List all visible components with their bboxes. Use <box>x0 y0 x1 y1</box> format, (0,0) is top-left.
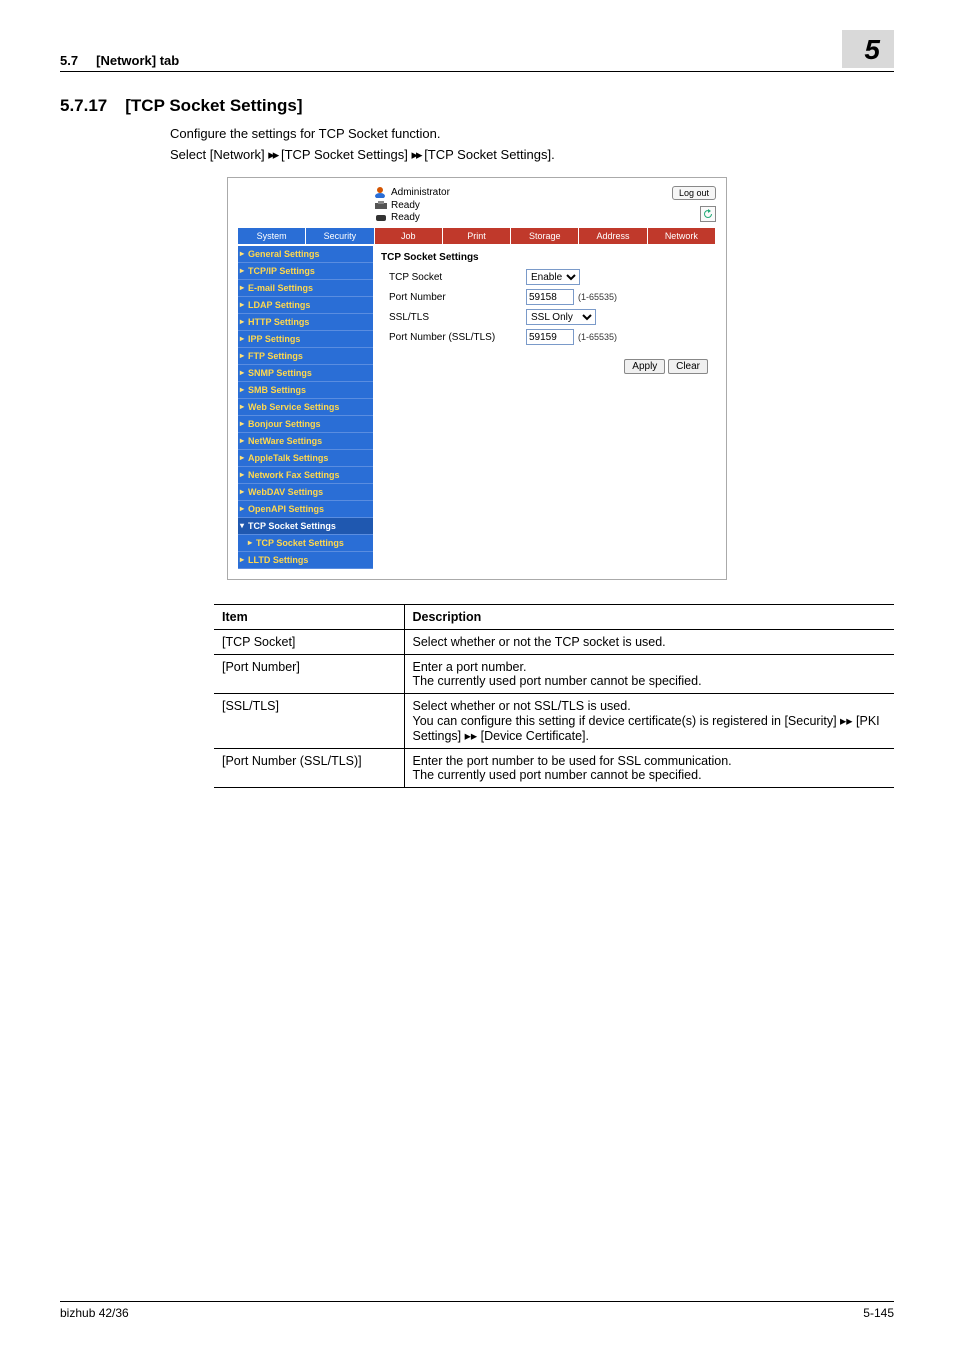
sidebar-item-bonjour[interactable]: Bonjour Settings <box>238 416 373 433</box>
section-heading: 5.7.17 [TCP Socket Settings] <box>60 96 894 116</box>
cell-desc: Select whether or not SSL/TLS is used.Yo… <box>404 694 894 749</box>
cell-desc: Enter a port number.The currently used p… <box>404 655 894 694</box>
section-number: 5.7.17 <box>60 96 107 116</box>
tab-system[interactable]: System <box>238 228 306 244</box>
row-port-ssl: Port Number (SSL/TLS) (1-65535) <box>381 329 708 345</box>
admin-indicator: Administrator <box>374 186 450 198</box>
footer-left: bizhub 42/36 <box>60 1306 129 1320</box>
select-mid1: [TCP Socket Settings] <box>281 147 412 162</box>
sidebar-item-webservice[interactable]: Web Service Settings <box>238 399 373 416</box>
input-port-ssl[interactable] <box>526 329 574 345</box>
arrow-icon: ▸▸ <box>412 147 421 162</box>
ready-label-2: Ready <box>391 212 420 223</box>
sidebar-item-openapi[interactable]: OpenAPI Settings <box>238 501 373 518</box>
tab-security[interactable]: Security <box>306 228 374 244</box>
cell-item: [SSL/TLS] <box>214 694 404 749</box>
footer-right: 5-145 <box>863 1306 894 1320</box>
cell-desc: Enter the port number to be used for SSL… <box>404 749 894 788</box>
sidebar-item-snmp[interactable]: SNMP Settings <box>238 365 373 382</box>
label-port-number: Port Number <box>381 292 526 303</box>
content-title: TCP Socket Settings <box>381 252 708 263</box>
toner-icon <box>374 213 388 223</box>
tab-network[interactable]: Network <box>648 228 716 244</box>
sidebar-item-webdav[interactable]: WebDAV Settings <box>238 484 373 501</box>
tab-job[interactable]: Job <box>375 228 443 244</box>
sidebar-sub-tcpsocket[interactable]: TCP Socket Settings <box>238 535 373 552</box>
header-chapter-badge: 5 <box>842 30 894 68</box>
ready-indicator: Ready <box>374 200 450 211</box>
cell-item: [Port Number (SSL/TLS)] <box>214 749 404 788</box>
logout-button[interactable]: Log out <box>672 186 716 200</box>
arrow-icon: ▸▸ <box>268 147 277 162</box>
table-row: [Port Number] Enter a port number.The cu… <box>214 655 894 694</box>
sidebar-item-ftp[interactable]: FTP Settings <box>238 348 373 365</box>
select-mid2: [TCP Socket Settings]. <box>424 147 555 162</box>
printer-icon <box>374 201 388 211</box>
user-icon <box>374 186 388 198</box>
sidebar-item-http[interactable]: HTTP Settings <box>238 314 373 331</box>
sidebar-item-ipp[interactable]: IPP Settings <box>238 331 373 348</box>
row-port-number: Port Number (1-65535) <box>381 289 708 305</box>
refresh-button[interactable] <box>700 206 716 222</box>
section-title: [TCP Socket Settings] <box>125 96 302 116</box>
page-header: 5.7 [Network] tab 5 <box>60 30 894 72</box>
sidebar-item-general[interactable]: General Settings <box>238 246 373 263</box>
breadcrumb-text: Select [Network] ▸▸ [TCP Socket Settings… <box>170 147 894 163</box>
header-section-num: 5.7 <box>60 53 78 68</box>
select-ssl-tls[interactable]: SSL Only <box>526 309 596 325</box>
th-description: Description <box>404 605 894 630</box>
table-row: [TCP Socket] Select whether or not the T… <box>214 630 894 655</box>
select-tcp-socket[interactable]: Enable <box>526 269 580 285</box>
label-tcp-socket: TCP Socket <box>381 272 526 283</box>
apply-button[interactable]: Apply <box>624 359 665 374</box>
cell-item: [Port Number] <box>214 655 404 694</box>
hint-port-ssl: (1-65535) <box>578 332 617 342</box>
sidebar-item-lltd[interactable]: LLTD Settings <box>238 552 373 569</box>
ready-label-1: Ready <box>391 200 420 211</box>
table-row: [Port Number (SSL/TLS)] Enter the port n… <box>214 749 894 788</box>
main-tabs: System Security Job Print Storage Addres… <box>238 228 716 244</box>
content-pane: TCP Socket Settings TCP Socket Enable Po… <box>373 246 716 569</box>
input-port-number[interactable] <box>526 289 574 305</box>
sidebar-item-tcpip[interactable]: TCP/IP Settings <box>238 263 373 280</box>
select-prefix: Select [Network] <box>170 147 268 162</box>
sidebar-item-smb[interactable]: SMB Settings <box>238 382 373 399</box>
sidebar-item-netware[interactable]: NetWare Settings <box>238 433 373 450</box>
intro-text: Configure the settings for TCP Socket fu… <box>170 126 894 141</box>
refresh-icon <box>703 209 713 219</box>
tab-print[interactable]: Print <box>443 228 511 244</box>
sidebar-item-networkfax[interactable]: Network Fax Settings <box>238 467 373 484</box>
admin-screenshot: Administrator Ready Ready Log out System… <box>227 177 727 580</box>
label-port-ssl: Port Number (SSL/TLS) <box>381 332 526 343</box>
row-tcp-socket: TCP Socket Enable <box>381 269 708 285</box>
header-left: 5.7 [Network] tab <box>60 53 179 68</box>
th-item: Item <box>214 605 404 630</box>
cell-item: [TCP Socket] <box>214 630 404 655</box>
hint-port-number: (1-65535) <box>578 292 617 302</box>
ready-indicator-2: Ready <box>374 212 450 223</box>
sidebar-nav: General Settings TCP/IP Settings E-mail … <box>238 246 373 569</box>
tab-storage[interactable]: Storage <box>511 228 579 244</box>
page-footer: bizhub 42/36 5-145 <box>60 1301 894 1320</box>
sidebar-item-email[interactable]: E-mail Settings <box>238 280 373 297</box>
header-section-title: [Network] tab <box>96 53 179 68</box>
label-ssl-tls: SSL/TLS <box>381 312 526 323</box>
cell-desc: Select whether or not the TCP socket is … <box>404 630 894 655</box>
table-body: [TCP Socket] Select whether or not the T… <box>214 630 894 788</box>
row-ssl-tls: SSL/TLS SSL Only <box>381 309 708 325</box>
description-table: Item Description [TCP Socket] Select whe… <box>214 604 894 788</box>
sidebar-item-appletalk[interactable]: AppleTalk Settings <box>238 450 373 467</box>
sidebar-item-ldap[interactable]: LDAP Settings <box>238 297 373 314</box>
table-row: [SSL/TLS] Select whether or not SSL/TLS … <box>214 694 894 749</box>
tab-address[interactable]: Address <box>579 228 647 244</box>
admin-label: Administrator <box>391 187 450 198</box>
clear-button[interactable]: Clear <box>668 359 708 374</box>
sidebar-group-tcpsocket[interactable]: TCP Socket Settings <box>238 518 373 535</box>
